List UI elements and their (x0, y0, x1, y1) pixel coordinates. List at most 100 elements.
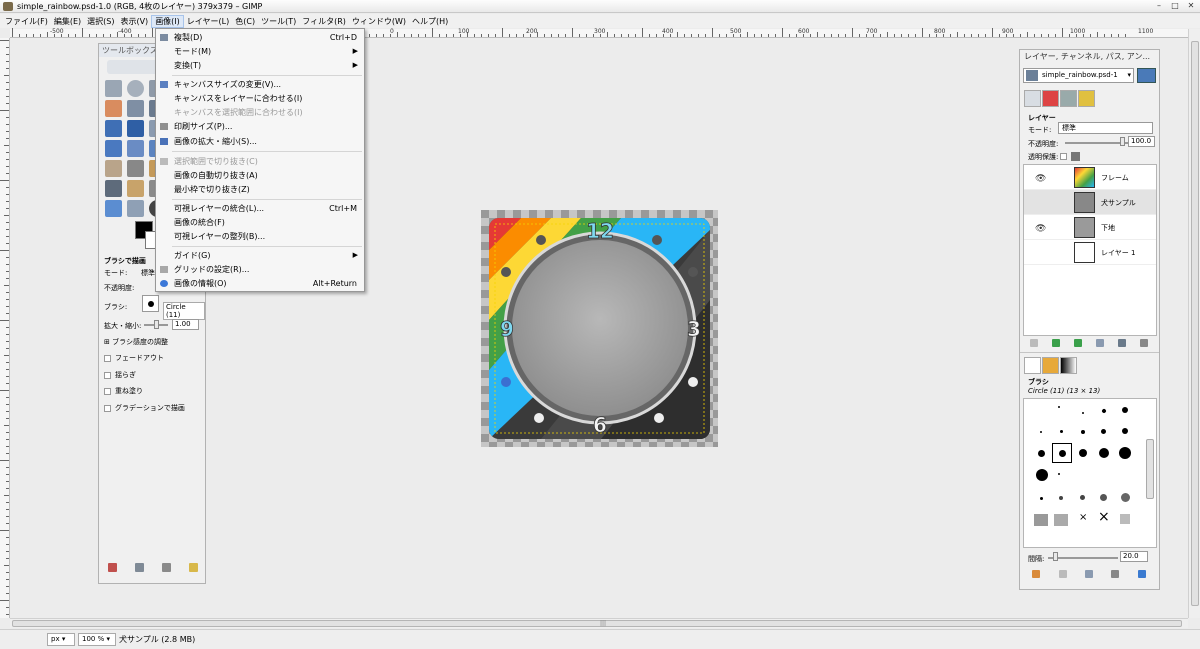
menu-item-transform[interactable]: 変換(T) ▶ (156, 59, 364, 72)
new-layer-icon[interactable] (1030, 339, 1038, 347)
save-options-icon[interactable] (108, 563, 117, 572)
delete-layer-icon[interactable] (1140, 339, 1148, 347)
fade-out-checkbox[interactable]: フェードアウト (104, 353, 164, 363)
menu-select[interactable]: 選択(S) (84, 15, 117, 28)
brush-item[interactable] (1060, 430, 1063, 433)
menu-help[interactable]: ヘルプ(H) (409, 15, 451, 28)
menu-item-zealous-crop[interactable]: 最小枠で切り抜き(Z) (156, 183, 364, 196)
tab-gradients-icon[interactable] (1060, 357, 1077, 374)
menu-item-scale-image[interactable]: 画像の拡大・縮小(S)... (156, 135, 364, 148)
lower-layer-icon[interactable] (1074, 339, 1082, 347)
brushes-scrollbar[interactable] (1146, 439, 1154, 499)
incremental-checkbox[interactable]: 重ね塗り (104, 386, 143, 396)
brush-name[interactable]: Circle (11) (163, 302, 205, 320)
raise-layer-icon[interactable] (1052, 339, 1060, 347)
menu-item-crop-to-selection[interactable]: 選択範囲で切り抜き(C) (156, 155, 364, 168)
menu-edit[interactable]: 編集(E) (51, 15, 84, 28)
menu-item-guides[interactable]: ガイド(G) ▶ (156, 249, 364, 262)
restore-options-icon[interactable] (135, 563, 144, 572)
brush-item[interactable] (1080, 495, 1085, 500)
vertical-ruler[interactable] (0, 38, 10, 618)
menu-item-flatten[interactable]: 画像の統合(F) (156, 216, 364, 229)
brush-item[interactable] (1059, 496, 1063, 500)
horizontal-scrollbar[interactable]: ||| (10, 618, 1188, 628)
brush-item[interactable] (1079, 449, 1087, 457)
tab-patterns-icon[interactable] (1042, 357, 1059, 374)
mode-value[interactable]: 標準 (141, 268, 155, 278)
duplicate-brush-icon[interactable] (1084, 570, 1093, 578)
maximize-button[interactable]: □ (1168, 1, 1182, 11)
menu-image[interactable]: 画像(I) (151, 14, 184, 28)
close-button[interactable]: ✕ (1184, 1, 1198, 11)
brush-item[interactable]: × (1098, 509, 1110, 525)
menu-item-merge-visible[interactable]: 可視レイヤーの統合(L)... Ctrl+M (156, 202, 364, 215)
brush-item[interactable] (1036, 469, 1048, 481)
brush-item[interactable] (1081, 430, 1085, 434)
spacing-slider[interactable] (1048, 557, 1118, 559)
menu-item-image-properties[interactable]: 画像の情報(O) Alt+Return (156, 277, 364, 290)
menu-tools[interactable]: ツール(T) (258, 15, 299, 28)
rect-select-tool-icon[interactable] (105, 80, 122, 97)
smudge-tool-icon[interactable] (127, 200, 144, 217)
brush-item[interactable] (1121, 493, 1130, 502)
menu-layer[interactable]: レイヤー(L) (184, 15, 232, 28)
ink-tool-icon[interactable] (127, 180, 144, 197)
menu-item-print-size[interactable]: 印刷サイズ(P)... (156, 120, 364, 133)
brushes-grid[interactable]: × × (1023, 398, 1157, 548)
select-by-color-tool-icon[interactable] (105, 100, 122, 117)
brush-item[interactable] (1120, 514, 1130, 524)
brush-item[interactable] (1122, 407, 1128, 413)
menu-item-configure-grid[interactable]: グリッドの設定(R)... (156, 263, 364, 276)
minimize-button[interactable]: – (1152, 1, 1166, 11)
duplicate-layer-icon[interactable] (1096, 339, 1104, 347)
airbrush-tool-icon[interactable] (105, 180, 122, 197)
brush-item[interactable] (1040, 431, 1042, 433)
brush-dynamics-expander[interactable]: ⊞ ブラシ感度の調整 (104, 337, 168, 347)
brush-item[interactable] (1082, 412, 1084, 414)
delete-options-icon[interactable] (162, 563, 171, 572)
menu-filters[interactable]: フィルタ(R) (299, 15, 349, 28)
move-tool-icon[interactable] (127, 120, 144, 137)
image-select-dropdown[interactable]: simple_rainbow.psd-1 ▾ (1023, 68, 1134, 83)
blend-tool-icon[interactable] (127, 160, 144, 177)
layer-opacity-value[interactable]: 100.0 (1128, 136, 1155, 147)
brush-item[interactable] (1038, 450, 1045, 457)
layer-row[interactable]: 👁 フレーム (1024, 165, 1156, 190)
anchor-layer-icon[interactable] (1118, 339, 1126, 347)
brush-item[interactable] (1040, 497, 1043, 500)
menu-item-duplicate[interactable]: 複製(D) Ctrl+D (156, 31, 364, 44)
brush-preview[interactable] (142, 295, 159, 312)
menu-view[interactable]: 表示(V) (117, 15, 151, 28)
edit-brush-icon[interactable] (1032, 570, 1041, 578)
menu-item-align-visible[interactable]: 可視レイヤーの整列(B)... (156, 230, 364, 243)
menu-item-mode[interactable]: モード(M) ▶ (156, 45, 364, 58)
tab-channels-icon[interactable] (1042, 90, 1059, 107)
new-brush-icon[interactable] (1058, 570, 1067, 578)
layer-opacity-handle[interactable] (1120, 137, 1125, 146)
brush-item[interactable]: × (1079, 512, 1087, 523)
delete-brush-icon[interactable] (1111, 570, 1120, 578)
vertical-scroll-thumb[interactable] (1191, 41, 1199, 606)
layer-row[interactable]: レイヤー 1 (1024, 240, 1156, 265)
menu-item-canvas-size[interactable]: キャンバスサイズの変更(V)... (156, 78, 364, 91)
tab-undo-icon[interactable] (1078, 90, 1095, 107)
lock-alpha-icon[interactable] (1071, 152, 1080, 161)
brush-item[interactable] (1100, 494, 1107, 501)
menu-item-fit-canvas-to-layers[interactable]: キャンバスをレイヤーに合わせる(I) (156, 92, 364, 105)
menu-windows[interactable]: ウィンドウ(W) (349, 15, 409, 28)
brush-item[interactable] (1058, 406, 1060, 408)
spacing-slider-handle[interactable] (1053, 552, 1058, 561)
spacing-value[interactable]: 20.0 (1120, 551, 1148, 562)
cage-tool-icon[interactable] (105, 160, 122, 177)
reset-options-icon[interactable] (189, 563, 198, 572)
brush-item[interactable] (1101, 408, 1107, 414)
menu-item-autocrop[interactable]: 画像の自動切り抜き(A) (156, 169, 364, 182)
layer-row[interactable]: 犬サンプル (1024, 190, 1156, 215)
eye-icon[interactable]: 👁 (1035, 174, 1046, 184)
menu-colors[interactable]: 色(C) (232, 15, 258, 28)
vertical-scrollbar[interactable] (1188, 29, 1200, 618)
brush-item[interactable] (1119, 447, 1131, 459)
jitter-checkbox[interactable]: 揺らぎ (104, 370, 136, 380)
brush-item[interactable] (1122, 428, 1128, 434)
auto-button[interactable] (1137, 68, 1156, 83)
